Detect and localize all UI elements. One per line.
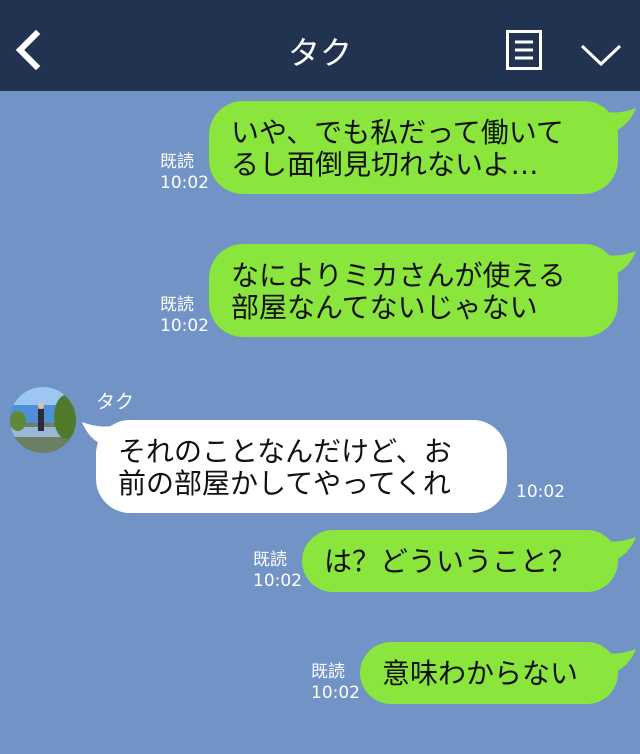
- read-receipt: 既読: [311, 662, 345, 682]
- chat-title: タク: [287, 34, 352, 72]
- read-receipt: 既読: [253, 550, 287, 570]
- message-time: 10:02: [253, 571, 302, 591]
- message-bubble[interactable]: は？どういうこと？: [302, 530, 618, 592]
- message-time: 10:02: [311, 683, 360, 703]
- message-time: 10:02: [516, 482, 565, 502]
- sender-name: タク: [96, 391, 135, 413]
- chat-header: タク: [0, 0, 640, 91]
- bubble-tail: [606, 537, 636, 561]
- message-time: 10:02: [160, 316, 209, 336]
- avatar-photo: [10, 387, 76, 453]
- bubble-tail: [606, 108, 636, 132]
- message-bubble[interactable]: なによりミカさんが使える 部屋なんてないじゃない: [209, 244, 618, 337]
- message-bubble[interactable]: いや、でも私だって働いて るし面倒見切れないよ…: [209, 101, 618, 194]
- bubble-tail: [606, 649, 636, 673]
- bubble-tail: [606, 251, 636, 275]
- read-receipt: 既読: [160, 152, 194, 172]
- chevron-down-icon: [580, 44, 622, 67]
- read-receipt: 既読: [160, 295, 194, 315]
- notes-menu-icon: [506, 30, 542, 70]
- collapse-button[interactable]: [580, 40, 622, 68]
- message-bubble[interactable]: それのことなんだけど、お 前の部屋かしてやってくれ: [96, 420, 507, 513]
- message-bubble[interactable]: 意味わからない: [360, 642, 618, 704]
- contact-avatar[interactable]: [10, 387, 76, 453]
- message-time: 10:02: [160, 173, 209, 193]
- menu-button[interactable]: [506, 30, 542, 70]
